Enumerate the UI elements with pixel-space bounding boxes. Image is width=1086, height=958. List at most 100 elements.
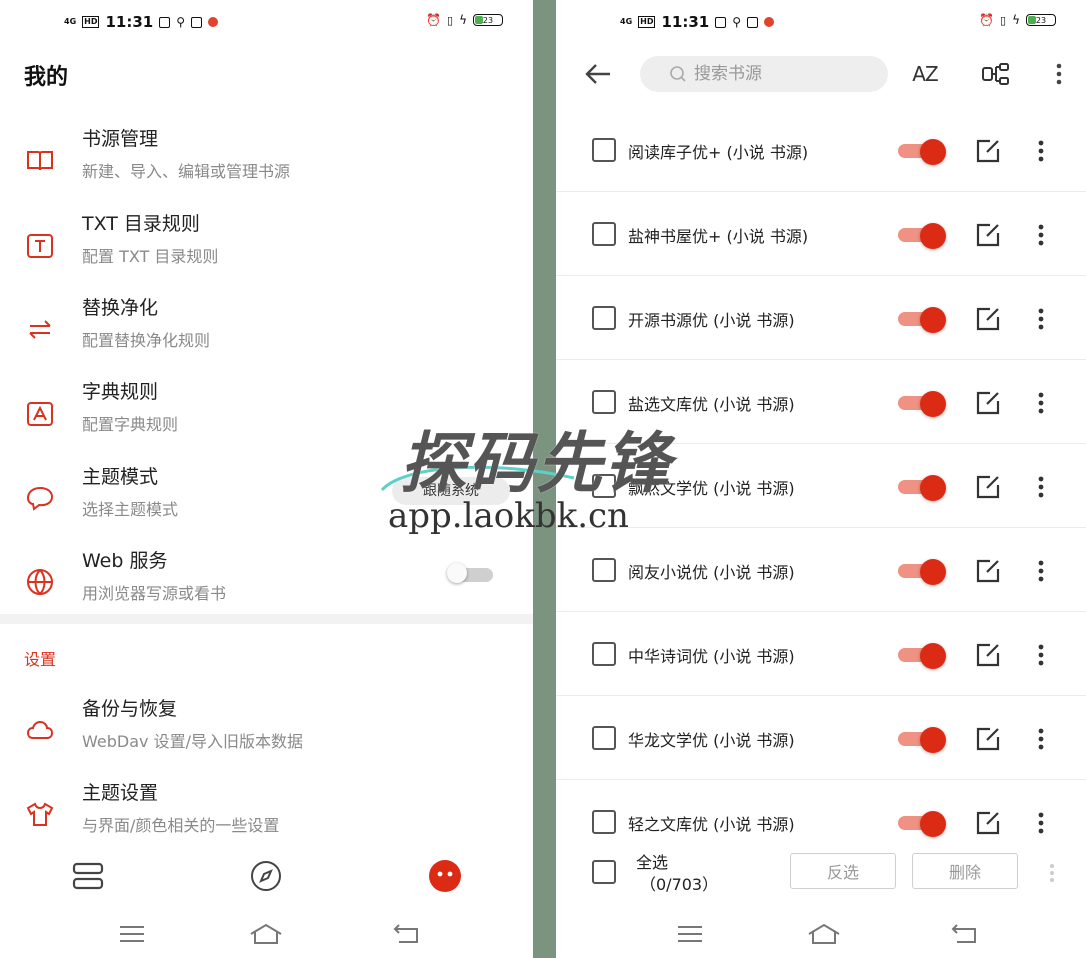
source-row[interactable]: 飘然文学优 (小说 书源)	[556, 444, 1086, 528]
source-checkbox[interactable]	[592, 642, 616, 666]
charging-icon: ϟ	[459, 13, 467, 27]
home-icon	[250, 923, 282, 944]
usb-icon: ⚲	[732, 15, 742, 29]
source-name: 阅友小说优 (小说 书源)	[628, 563, 795, 582]
sys-menu-button[interactable]	[114, 920, 150, 948]
more-vert-icon[interactable]	[1034, 641, 1048, 669]
more-vert-icon[interactable]	[1034, 473, 1048, 501]
source-enable-switch[interactable]	[898, 307, 948, 333]
sys-back-button[interactable]	[388, 920, 424, 948]
more-vert-icon[interactable]	[1048, 862, 1056, 884]
menu-item-theme-settings[interactable]: 主题设置 与界面/颜色相关的一些设置	[0, 770, 533, 854]
globe-icon	[27, 569, 53, 595]
profile-screen: 4G HD 11:31 ⚲ ⏰ ▯ ϟ 23 我的 书源管理 新建、导入、编辑或…	[0, 0, 533, 958]
source-enable-switch[interactable]	[898, 811, 948, 837]
source-checkbox[interactable]	[592, 726, 616, 750]
nav-bookshelf[interactable]	[68, 858, 108, 894]
shirt-icon	[26, 802, 54, 826]
group-icon	[982, 63, 1009, 85]
menu-item-book-source[interactable]: 书源管理 新建、导入、编辑或管理书源	[0, 116, 533, 200]
source-checkbox[interactable]	[592, 138, 616, 162]
source-row[interactable]: 阅读库子优+ (小说 书源)	[556, 108, 1086, 192]
book-open-icon	[27, 151, 53, 171]
edit-icon[interactable]	[974, 725, 1002, 753]
bookshelf-icon	[72, 862, 104, 890]
more-vert-icon	[1056, 63, 1062, 85]
source-row[interactable]: 阅友小说优 (小说 书源)	[556, 528, 1086, 612]
sort-button[interactable]: AZ	[908, 58, 942, 90]
more-vert-icon[interactable]	[1034, 809, 1048, 837]
source-name: 飘然文学优 (小说 书源)	[628, 479, 795, 498]
source-enable-switch[interactable]	[898, 223, 948, 249]
source-enable-switch[interactable]	[898, 139, 948, 165]
source-row[interactable]: 华龙文学优 (小说 书源)	[556, 696, 1086, 780]
invert-selection-button[interactable]: 反选	[790, 853, 896, 889]
sys-home-button[interactable]	[248, 920, 284, 948]
source-row[interactable]: 中华诗词优 (小说 书源)	[556, 612, 1086, 696]
overflow-menu-button[interactable]	[1054, 58, 1064, 90]
more-vert-icon[interactable]	[1034, 389, 1048, 417]
battery-icon: 23	[1026, 14, 1056, 26]
alarm-icon: ⏰	[426, 13, 442, 27]
menu-item-title: 替换净化	[82, 297, 159, 319]
bottom-navigation	[0, 848, 533, 904]
system-navigation-bar	[556, 912, 1086, 958]
source-checkbox[interactable]	[592, 474, 616, 498]
edit-icon[interactable]	[974, 221, 1002, 249]
menu-item-subtitle: WebDav 设置/导入旧版本数据	[82, 732, 303, 751]
source-checkbox[interactable]	[592, 390, 616, 414]
vibrate-icon: ▯	[447, 13, 454, 27]
source-enable-switch[interactable]	[898, 475, 948, 501]
source-checkbox[interactable]	[592, 810, 616, 834]
web-service-switch[interactable]	[447, 563, 493, 583]
sys-back-button[interactable]	[946, 920, 982, 948]
menu-item-replace[interactable]: 替换净化 配置替换净化规则	[0, 285, 533, 369]
menu-item-backup[interactable]: 备份与恢复 WebDav 设置/导入旧版本数据	[0, 686, 533, 770]
source-enable-switch[interactable]	[898, 391, 948, 417]
sys-home-button[interactable]	[806, 920, 842, 948]
more-vert-icon[interactable]	[1034, 557, 1048, 585]
return-icon	[951, 924, 976, 943]
back-arrow-icon[interactable]	[582, 60, 614, 88]
source-name: 华龙文学优 (小说 书源)	[628, 731, 795, 750]
sys-menu-button[interactable]	[672, 920, 708, 948]
source-enable-switch[interactable]	[898, 727, 948, 753]
nav-profile[interactable]	[425, 858, 465, 894]
source-row[interactable]: 盐选文库优 (小说 书源)	[556, 360, 1086, 444]
edit-icon[interactable]	[974, 305, 1002, 333]
menu-item-subtitle: 配置 TXT 目录规则	[82, 247, 219, 266]
edit-icon[interactable]	[974, 809, 1002, 837]
delete-button[interactable]: 删除	[912, 853, 1018, 889]
compass-icon	[251, 861, 281, 891]
select-all-checkbox[interactable]	[592, 860, 616, 884]
more-vert-icon[interactable]	[1034, 137, 1048, 165]
edit-icon[interactable]	[974, 473, 1002, 501]
source-checkbox[interactable]	[592, 306, 616, 330]
nav-explore[interactable]	[246, 858, 286, 894]
menu-item-txt-rules[interactable]: TXT 目录规则 配置 TXT 目录规则	[0, 201, 533, 285]
menu-item-dictionary[interactable]: 字典规则 配置字典规则	[0, 369, 533, 453]
source-name: 盐神书屋优+ (小说 书源)	[628, 227, 809, 246]
source-checkbox[interactable]	[592, 222, 616, 246]
theme-mode-selector[interactable]: 跟随系统	[392, 477, 510, 505]
source-enable-switch[interactable]	[898, 559, 948, 585]
menu-icon	[120, 926, 144, 942]
more-vert-icon[interactable]	[1034, 305, 1048, 333]
edit-icon[interactable]	[974, 389, 1002, 417]
edit-icon[interactable]	[974, 641, 1002, 669]
book-source-screen: 4G HD 11:31 ⚲ ⏰ ▯ ϟ 23 AZ	[556, 0, 1086, 958]
source-row[interactable]: 开源书源优 (小说 书源)	[556, 276, 1086, 360]
app-notification-icon	[191, 16, 203, 28]
source-row[interactable]: 盐神书屋优+ (小说 书源)	[556, 192, 1086, 276]
battery-icon: 23	[473, 14, 503, 26]
txt-icon	[27, 234, 53, 258]
source-name: 盐选文库优 (小说 书源)	[628, 395, 795, 414]
edit-icon[interactable]	[974, 557, 1002, 585]
group-button[interactable]	[980, 58, 1012, 90]
edit-icon[interactable]	[974, 137, 1002, 165]
source-enable-switch[interactable]	[898, 643, 948, 669]
network-indicator: 4G	[64, 17, 77, 26]
more-vert-icon[interactable]	[1034, 221, 1048, 249]
source-checkbox[interactable]	[592, 558, 616, 582]
more-vert-icon[interactable]	[1034, 725, 1048, 753]
